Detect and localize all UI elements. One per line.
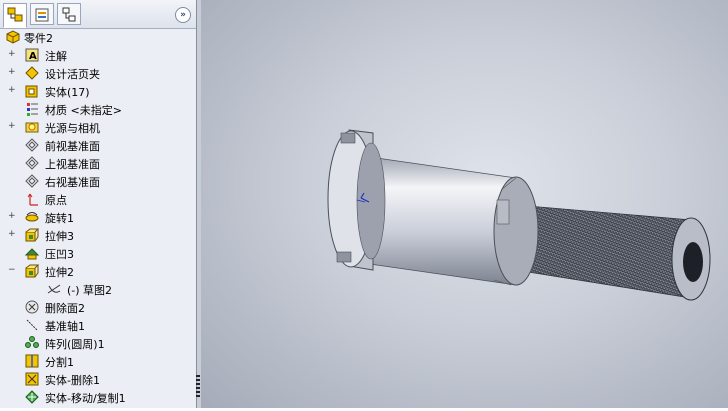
extrude-icon: [25, 228, 40, 242]
body-delete-icon: [25, 372, 39, 386]
tab-feature-manager[interactable]: [3, 3, 27, 28]
tree-item[interactable]: 分割1: [0, 352, 196, 370]
revolve-icon: [25, 212, 39, 222]
tree-item-label: 上视基准面: [45, 158, 100, 171]
tree-item[interactable]: 删除面2: [0, 298, 196, 316]
tree-item[interactable]: 原点: [0, 190, 196, 208]
tree-item-label: (-) 草图2: [67, 284, 113, 297]
tree-item[interactable]: 压凹3: [0, 244, 196, 262]
collapse-panel-button[interactable]: »: [175, 7, 191, 23]
expand-icon[interactable]: +: [8, 122, 16, 131]
graphics-viewport[interactable]: [201, 0, 728, 408]
tree-item-label: 原点: [45, 194, 67, 207]
tree-item-label: 实体(17): [45, 86, 90, 99]
tree-root-label: 零件2: [24, 32, 53, 45]
tree-item[interactable]: + 光源与相机: [0, 118, 196, 136]
tree-item[interactable]: + 旋转1: [0, 208, 196, 226]
split-icon: [25, 354, 39, 368]
tree-item-label: 实体-删除1: [45, 374, 100, 387]
design-binder-icon: [25, 66, 39, 80]
tree-item[interactable]: 实体-移动/复制1: [0, 388, 196, 406]
tree-item-label: 基准轴1: [45, 320, 85, 333]
part-icon: [6, 30, 20, 44]
tree-item-label: 旋转1: [45, 212, 74, 225]
material-icon: [27, 103, 38, 116]
tree-item-label: 拉伸3: [45, 230, 74, 243]
tree-item-label: 设计活页夹: [45, 68, 100, 81]
knurled-shaft: [515, 204, 711, 301]
flange: [327, 129, 386, 271]
tree-item-label: 阵列(圆周)1: [45, 338, 105, 351]
tree-item[interactable]: 实体-删除1: [0, 370, 196, 388]
tree-item[interactable]: + A 注解: [0, 46, 196, 64]
origin-icon: [27, 193, 38, 206]
tree-item-label: 右视基准面: [45, 176, 100, 189]
annotation-icon: A: [25, 48, 39, 62]
tree-item-label: 分割1: [45, 356, 74, 369]
tree-item[interactable]: 基准轴1: [0, 316, 196, 334]
tree-item-label: 前视基准面: [45, 140, 100, 153]
tree-item[interactable]: 右视基准面: [0, 172, 196, 190]
panel-tab-bar: »: [0, 0, 196, 29]
plane-icon: [25, 138, 39, 152]
expand-icon[interactable]: +: [8, 230, 16, 239]
lights-cameras-icon: [25, 122, 39, 133]
delete-face-icon: [25, 300, 39, 314]
plane-icon: [25, 156, 39, 170]
part-model-3d: [327, 129, 711, 301]
feature-tree-icon: [7, 7, 23, 22]
tree-item-label: 实体-移动/复制1: [45, 392, 126, 405]
tree-root-part[interactable]: 零件2: [0, 28, 196, 46]
expand-icon[interactable]: +: [8, 212, 16, 221]
indent-icon: [24, 248, 40, 260]
tree-item[interactable]: − 拉伸2: [0, 262, 196, 280]
tree-item-label: 删除面2: [45, 302, 85, 315]
configuration-icon: [62, 7, 76, 22]
extrude-icon: [25, 264, 40, 278]
tab-property-manager[interactable]: [30, 3, 54, 25]
tree-item[interactable]: + 实体(17): [0, 82, 196, 100]
tree-item[interactable]: 阵列(圆周)1: [0, 334, 196, 352]
tree-item[interactable]: 材质 <未指定>: [0, 100, 196, 118]
tab-configuration-manager[interactable]: [57, 3, 81, 25]
tree-item[interactable]: + 设计活页夹: [0, 64, 196, 82]
tree-item-label: 拉伸2: [45, 266, 74, 279]
tree-item[interactable]: 前视基准面: [0, 136, 196, 154]
sketch-icon: [47, 284, 61, 294]
axis-icon: [26, 319, 38, 331]
tree-item[interactable]: 上视基准面: [0, 154, 196, 172]
tree-item-label: 光源与相机: [45, 122, 100, 135]
plane-icon: [25, 174, 39, 188]
splitter-grip-icon[interactable]: [196, 375, 200, 397]
tree-item-label: 材质 <未指定>: [45, 104, 122, 117]
collapse-icon[interactable]: −: [8, 266, 16, 275]
tree-item[interactable]: + 拉伸3: [0, 226, 196, 244]
expand-icon[interactable]: +: [8, 50, 16, 59]
feature-manager-panel: » 零件2 + A 注解 + 设计活页夹 + 实体(17) 材质 <未指定> + 光源与相机前视基…: [0, 0, 197, 408]
tree-item-label: 压凹3: [45, 248, 74, 261]
tree-item-label: 注解: [45, 50, 67, 63]
tree-item[interactable]: (-) 草图2: [0, 280, 196, 298]
circular-pattern-icon: [25, 336, 39, 348]
body-move-copy-icon: [25, 390, 39, 404]
expand-icon[interactable]: +: [8, 86, 16, 95]
expand-icon[interactable]: +: [8, 68, 16, 77]
svg-text:A: A: [29, 51, 37, 62]
property-manager-icon: [35, 8, 49, 22]
solid-bodies-icon: [25, 85, 38, 98]
